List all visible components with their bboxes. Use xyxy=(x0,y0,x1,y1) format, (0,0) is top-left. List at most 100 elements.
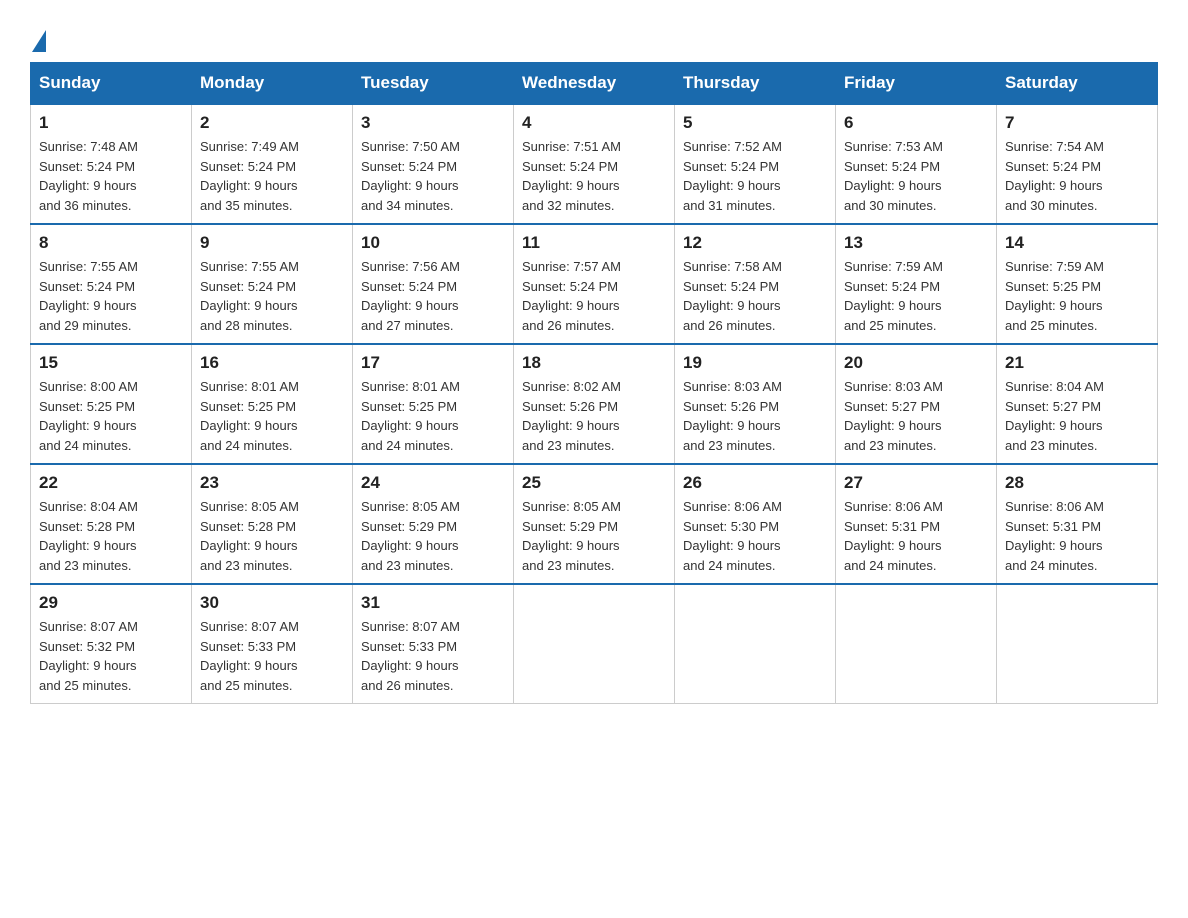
day-info: Sunrise: 8:06 AM Sunset: 5:31 PM Dayligh… xyxy=(1005,497,1149,575)
logo-triangle-icon xyxy=(32,30,46,52)
calendar-day-cell: 25 Sunrise: 8:05 AM Sunset: 5:29 PM Dayl… xyxy=(514,464,675,584)
day-of-week-header: Sunday xyxy=(31,63,192,105)
calendar-day-cell: 23 Sunrise: 8:05 AM Sunset: 5:28 PM Dayl… xyxy=(192,464,353,584)
calendar-day-cell: 29 Sunrise: 8:07 AM Sunset: 5:32 PM Dayl… xyxy=(31,584,192,704)
calendar-day-cell: 9 Sunrise: 7:55 AM Sunset: 5:24 PM Dayli… xyxy=(192,224,353,344)
calendar-day-cell: 18 Sunrise: 8:02 AM Sunset: 5:26 PM Dayl… xyxy=(514,344,675,464)
day-number: 14 xyxy=(1005,233,1149,253)
day-info: Sunrise: 8:01 AM Sunset: 5:25 PM Dayligh… xyxy=(361,377,505,455)
day-number: 1 xyxy=(39,113,183,133)
day-info: Sunrise: 7:59 AM Sunset: 5:24 PM Dayligh… xyxy=(844,257,988,335)
calendar-day-cell: 15 Sunrise: 8:00 AM Sunset: 5:25 PM Dayl… xyxy=(31,344,192,464)
day-info: Sunrise: 8:07 AM Sunset: 5:33 PM Dayligh… xyxy=(200,617,344,695)
day-info: Sunrise: 8:07 AM Sunset: 5:32 PM Dayligh… xyxy=(39,617,183,695)
day-info: Sunrise: 8:07 AM Sunset: 5:33 PM Dayligh… xyxy=(361,617,505,695)
calendar-day-cell: 10 Sunrise: 7:56 AM Sunset: 5:24 PM Dayl… xyxy=(353,224,514,344)
calendar-week-row: 15 Sunrise: 8:00 AM Sunset: 5:25 PM Dayl… xyxy=(31,344,1158,464)
day-number: 13 xyxy=(844,233,988,253)
calendar-day-cell: 1 Sunrise: 7:48 AM Sunset: 5:24 PM Dayli… xyxy=(31,104,192,224)
day-of-week-header: Thursday xyxy=(675,63,836,105)
day-of-week-header: Tuesday xyxy=(353,63,514,105)
calendar-day-cell: 19 Sunrise: 8:03 AM Sunset: 5:26 PM Dayl… xyxy=(675,344,836,464)
day-info: Sunrise: 8:04 AM Sunset: 5:27 PM Dayligh… xyxy=(1005,377,1149,455)
day-number: 22 xyxy=(39,473,183,493)
day-number: 31 xyxy=(361,593,505,613)
day-info: Sunrise: 8:04 AM Sunset: 5:28 PM Dayligh… xyxy=(39,497,183,575)
calendar-day-cell: 21 Sunrise: 8:04 AM Sunset: 5:27 PM Dayl… xyxy=(997,344,1158,464)
calendar-day-cell: 3 Sunrise: 7:50 AM Sunset: 5:24 PM Dayli… xyxy=(353,104,514,224)
calendar-day-cell xyxy=(514,584,675,704)
day-info: Sunrise: 7:59 AM Sunset: 5:25 PM Dayligh… xyxy=(1005,257,1149,335)
logo xyxy=(30,30,48,52)
calendar-day-cell xyxy=(675,584,836,704)
day-number: 28 xyxy=(1005,473,1149,493)
calendar-week-row: 29 Sunrise: 8:07 AM Sunset: 5:32 PM Dayl… xyxy=(31,584,1158,704)
day-number: 30 xyxy=(200,593,344,613)
day-info: Sunrise: 7:55 AM Sunset: 5:24 PM Dayligh… xyxy=(39,257,183,335)
day-number: 2 xyxy=(200,113,344,133)
calendar-day-cell: 7 Sunrise: 7:54 AM Sunset: 5:24 PM Dayli… xyxy=(997,104,1158,224)
day-number: 18 xyxy=(522,353,666,373)
calendar-day-cell: 27 Sunrise: 8:06 AM Sunset: 5:31 PM Dayl… xyxy=(836,464,997,584)
day-number: 27 xyxy=(844,473,988,493)
calendar-day-cell: 11 Sunrise: 7:57 AM Sunset: 5:24 PM Dayl… xyxy=(514,224,675,344)
calendar-day-cell: 14 Sunrise: 7:59 AM Sunset: 5:25 PM Dayl… xyxy=(997,224,1158,344)
day-number: 7 xyxy=(1005,113,1149,133)
day-info: Sunrise: 8:03 AM Sunset: 5:27 PM Dayligh… xyxy=(844,377,988,455)
day-number: 16 xyxy=(200,353,344,373)
day-number: 12 xyxy=(683,233,827,253)
day-info: Sunrise: 7:48 AM Sunset: 5:24 PM Dayligh… xyxy=(39,137,183,215)
day-of-week-header: Saturday xyxy=(997,63,1158,105)
calendar-day-cell: 6 Sunrise: 7:53 AM Sunset: 5:24 PM Dayli… xyxy=(836,104,997,224)
day-number: 5 xyxy=(683,113,827,133)
calendar-day-cell: 26 Sunrise: 8:06 AM Sunset: 5:30 PM Dayl… xyxy=(675,464,836,584)
calendar-day-cell: 13 Sunrise: 7:59 AM Sunset: 5:24 PM Dayl… xyxy=(836,224,997,344)
day-number: 23 xyxy=(200,473,344,493)
calendar-day-cell: 20 Sunrise: 8:03 AM Sunset: 5:27 PM Dayl… xyxy=(836,344,997,464)
day-number: 15 xyxy=(39,353,183,373)
day-of-week-header: Monday xyxy=(192,63,353,105)
page-header xyxy=(30,20,1158,52)
calendar-table: SundayMondayTuesdayWednesdayThursdayFrid… xyxy=(30,62,1158,704)
day-number: 24 xyxy=(361,473,505,493)
calendar-day-cell: 30 Sunrise: 8:07 AM Sunset: 5:33 PM Dayl… xyxy=(192,584,353,704)
day-info: Sunrise: 7:51 AM Sunset: 5:24 PM Dayligh… xyxy=(522,137,666,215)
calendar-week-row: 1 Sunrise: 7:48 AM Sunset: 5:24 PM Dayli… xyxy=(31,104,1158,224)
day-number: 6 xyxy=(844,113,988,133)
calendar-week-row: 22 Sunrise: 8:04 AM Sunset: 5:28 PM Dayl… xyxy=(31,464,1158,584)
day-number: 29 xyxy=(39,593,183,613)
day-number: 25 xyxy=(522,473,666,493)
day-info: Sunrise: 7:54 AM Sunset: 5:24 PM Dayligh… xyxy=(1005,137,1149,215)
day-number: 10 xyxy=(361,233,505,253)
day-info: Sunrise: 7:50 AM Sunset: 5:24 PM Dayligh… xyxy=(361,137,505,215)
day-of-week-header: Friday xyxy=(836,63,997,105)
calendar-day-cell: 24 Sunrise: 8:05 AM Sunset: 5:29 PM Dayl… xyxy=(353,464,514,584)
day-info: Sunrise: 8:03 AM Sunset: 5:26 PM Dayligh… xyxy=(683,377,827,455)
day-info: Sunrise: 8:05 AM Sunset: 5:28 PM Dayligh… xyxy=(200,497,344,575)
calendar-day-cell: 5 Sunrise: 7:52 AM Sunset: 5:24 PM Dayli… xyxy=(675,104,836,224)
calendar-day-cell: 28 Sunrise: 8:06 AM Sunset: 5:31 PM Dayl… xyxy=(997,464,1158,584)
day-number: 17 xyxy=(361,353,505,373)
calendar-week-row: 8 Sunrise: 7:55 AM Sunset: 5:24 PM Dayli… xyxy=(31,224,1158,344)
day-info: Sunrise: 7:52 AM Sunset: 5:24 PM Dayligh… xyxy=(683,137,827,215)
calendar-day-cell: 2 Sunrise: 7:49 AM Sunset: 5:24 PM Dayli… xyxy=(192,104,353,224)
day-info: Sunrise: 8:06 AM Sunset: 5:30 PM Dayligh… xyxy=(683,497,827,575)
day-info: Sunrise: 8:06 AM Sunset: 5:31 PM Dayligh… xyxy=(844,497,988,575)
day-info: Sunrise: 8:05 AM Sunset: 5:29 PM Dayligh… xyxy=(522,497,666,575)
day-info: Sunrise: 8:05 AM Sunset: 5:29 PM Dayligh… xyxy=(361,497,505,575)
day-info: Sunrise: 8:01 AM Sunset: 5:25 PM Dayligh… xyxy=(200,377,344,455)
calendar-day-cell: 31 Sunrise: 8:07 AM Sunset: 5:33 PM Dayl… xyxy=(353,584,514,704)
day-number: 3 xyxy=(361,113,505,133)
day-number: 9 xyxy=(200,233,344,253)
calendar-day-cell: 8 Sunrise: 7:55 AM Sunset: 5:24 PM Dayli… xyxy=(31,224,192,344)
day-info: Sunrise: 7:55 AM Sunset: 5:24 PM Dayligh… xyxy=(200,257,344,335)
calendar-day-cell: 12 Sunrise: 7:58 AM Sunset: 5:24 PM Dayl… xyxy=(675,224,836,344)
day-info: Sunrise: 7:57 AM Sunset: 5:24 PM Dayligh… xyxy=(522,257,666,335)
day-info: Sunrise: 7:56 AM Sunset: 5:24 PM Dayligh… xyxy=(361,257,505,335)
day-info: Sunrise: 8:00 AM Sunset: 5:25 PM Dayligh… xyxy=(39,377,183,455)
calendar-day-cell xyxy=(997,584,1158,704)
calendar-day-cell: 17 Sunrise: 8:01 AM Sunset: 5:25 PM Dayl… xyxy=(353,344,514,464)
calendar-day-cell xyxy=(836,584,997,704)
day-info: Sunrise: 7:53 AM Sunset: 5:24 PM Dayligh… xyxy=(844,137,988,215)
calendar-day-cell: 22 Sunrise: 8:04 AM Sunset: 5:28 PM Dayl… xyxy=(31,464,192,584)
